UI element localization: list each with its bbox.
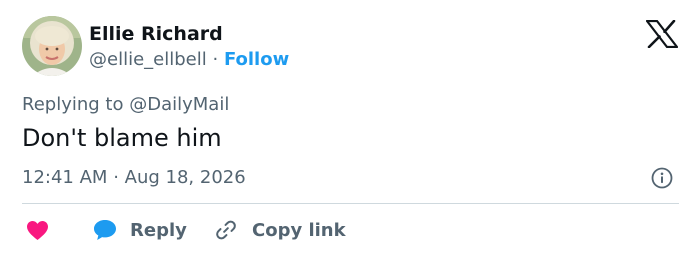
author-meta: @ellie_ellbell · Follow xyxy=(89,48,289,72)
meta-separator: · xyxy=(212,49,219,70)
author-name[interactable]: Ellie Richard xyxy=(89,22,223,46)
info-icon[interactable] xyxy=(651,167,673,189)
copy-link-button[interactable]: Copy link xyxy=(215,216,346,244)
replying-to-handle[interactable]: @DailyMail xyxy=(129,94,229,115)
like-button[interactable] xyxy=(26,216,49,244)
replying-to: Replying to @DailyMail xyxy=(22,93,229,117)
avatar[interactable] xyxy=(22,16,82,76)
follow-button[interactable]: Follow xyxy=(224,49,289,70)
x-logo-icon[interactable] xyxy=(645,19,679,49)
reply-button[interactable]: Reply xyxy=(93,216,187,244)
heart-icon xyxy=(27,220,48,240)
divider xyxy=(22,203,679,204)
speech-bubble-icon xyxy=(94,220,116,240)
author-handle[interactable]: @ellie_ellbell xyxy=(89,49,207,70)
tweet-date: Aug 18, 2026 xyxy=(124,167,246,188)
timestamp-separator: · xyxy=(113,167,119,188)
reply-label: Reply xyxy=(130,219,187,241)
avatar-photo xyxy=(22,16,82,76)
tweet-timestamp[interactable]: 12:41 AM · Aug 18, 2026 xyxy=(22,166,246,190)
replying-to-prefix: Replying to xyxy=(22,94,124,115)
copy-link-label: Copy link xyxy=(252,219,346,241)
tweet-time: 12:41 AM xyxy=(22,167,108,188)
tweet-text: Don't blame him xyxy=(22,124,222,152)
link-icon xyxy=(216,220,236,240)
